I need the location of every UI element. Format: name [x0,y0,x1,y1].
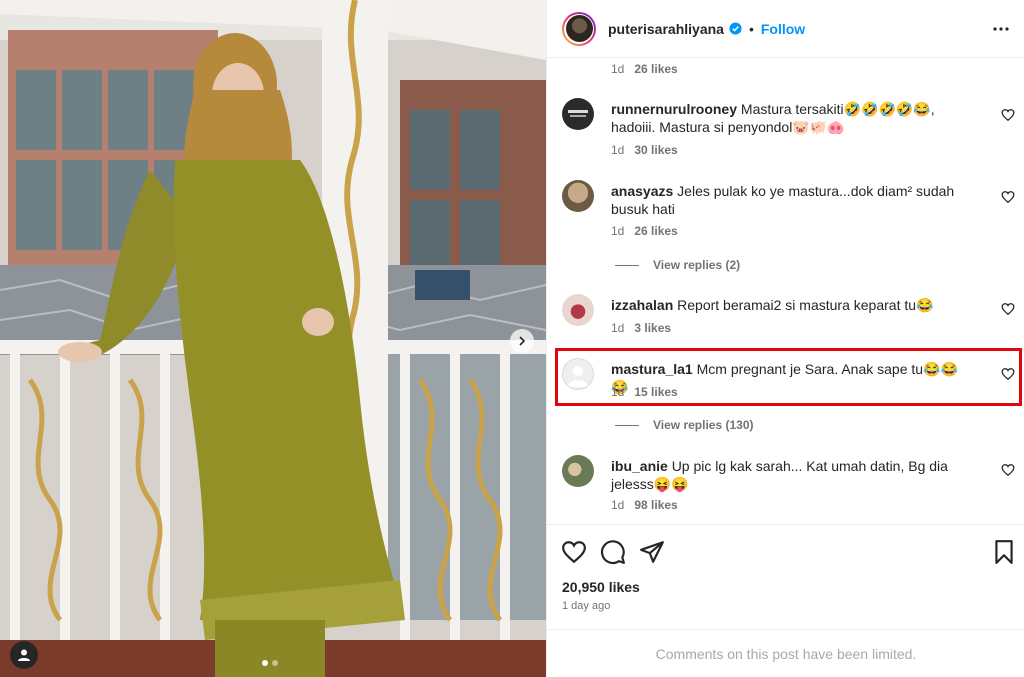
comment-meta: 1d 26 likes [611,224,678,238]
share-icon[interactable] [639,539,665,565]
heart-icon[interactable] [1001,190,1015,204]
view-replies-button[interactable]: View replies (2) [615,258,740,272]
comment-text: ibu_anie Up pic lg kak sarah... Kat umah… [611,458,948,492]
comment-meta: 1d 26 likes [611,62,678,76]
likes-count[interactable]: 20,950 likes [562,579,640,595]
next-photo-button[interactable] [510,329,534,353]
comment-meta: 1d 3 likes [611,321,672,335]
comment-meta: 1d 30 likes [611,143,678,157]
more-options-icon [993,27,1009,31]
commenter-avatar[interactable] [562,98,594,130]
author-avatar[interactable] [562,11,596,46]
bookmark-icon[interactable] [991,539,1017,565]
verified-icon [729,22,742,35]
comment-text: anasyazs Jeles pulak ko ye mastura...dok… [611,183,955,217]
view-replies-button[interactable]: View replies (130) [615,418,754,432]
post-photo[interactable] [0,0,546,677]
commenter-avatar[interactable] [562,455,594,487]
commenter-avatar[interactable] [562,294,594,326]
user-tag-icon [18,649,30,661]
post-header: puterisarahliyana • Follow [547,0,1024,58]
comment-text: runnernurulrooney Mastura tersakiti🤣🤣🤣🤣😂… [611,101,935,135]
commenter-username[interactable]: ibu_anie [611,458,668,474]
carousel-dot-active [262,660,268,666]
heart-icon[interactable] [1001,302,1015,316]
comments-list[interactable]: 1d 26 likes runnernurulrooney Mastura ter… [547,58,1024,524]
post-side-panel: puterisarahliyana • Follow 1d 26 likes ru… [546,0,1024,677]
comment-age: 1d [611,62,625,76]
comment-meta: 1d 98 likes [611,498,678,512]
heart-icon[interactable] [561,539,587,565]
highlight-box [555,348,1022,406]
carousel-indicator [262,660,278,666]
heart-icon[interactable] [1001,108,1015,122]
photo-image [0,0,546,677]
more-options-button[interactable] [991,20,1011,38]
commenter-avatar[interactable] [562,180,594,212]
comment-likes[interactable]: 26 likes [634,62,677,76]
comments-limited-notice: Comments on this post have been limited. [547,629,1024,677]
post-timestamp[interactable]: 1 day ago [562,600,610,612]
follow-button[interactable]: Follow [761,21,805,37]
chevron-right-icon [519,336,526,346]
tagged-users-button[interactable] [10,641,38,669]
header-separator: • [748,20,754,37]
commenter-username[interactable]: izzahalan [611,297,673,313]
comment-icon[interactable] [600,539,626,565]
heart-icon[interactable] [1001,463,1015,477]
commenter-username[interactable]: runnernurulrooney [611,101,737,117]
post-actions: 20,950 likes 1 day ago Comments on this … [547,524,1024,677]
carousel-dot [272,660,278,666]
comment-text: izzahalan Report beramai2 si mastura kep… [611,297,934,313]
commenter-username[interactable]: anasyazs [611,183,673,199]
author-username[interactable]: puterisarahliyana [608,21,724,37]
